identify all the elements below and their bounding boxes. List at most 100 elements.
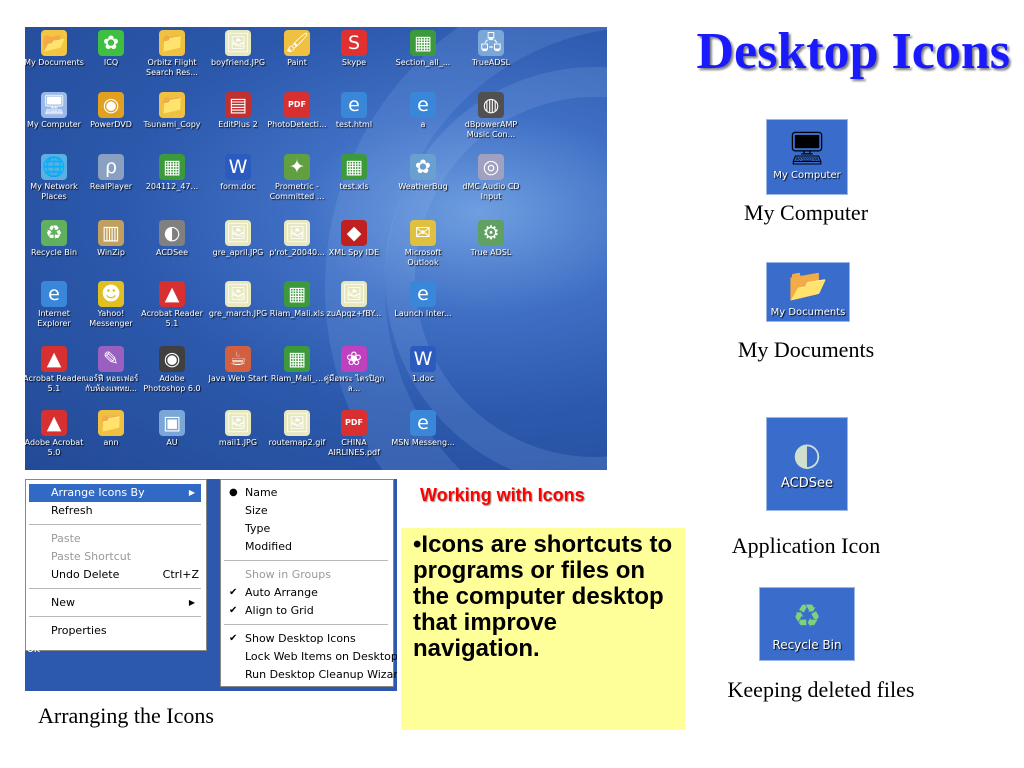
- menu-item-label: Undo Delete: [51, 568, 120, 581]
- desktop-icon-label: test.html: [335, 120, 373, 129]
- desktop-icon-glyph-icon: 📁: [159, 92, 185, 118]
- desktop-icon[interactable]: e MSN Messeng...: [390, 407, 456, 448]
- submenu-item-name[interactable]: ● Name: [223, 484, 391, 502]
- desktop-icon-label: Launch Inter...: [394, 309, 452, 318]
- desktop-icon-label: gre_april.JPG: [212, 248, 264, 257]
- menu-item-properties[interactable]: Properties: [29, 622, 201, 640]
- submenu-item-show-desktop-icons[interactable]: ✔ Show Desktop Icons: [223, 630, 391, 648]
- working-heading: Working with Icons: [420, 485, 585, 505]
- context-menu-screenshot: Arrange Icons By ▶ Refresh Paste Paste S…: [25, 479, 397, 691]
- desktop-icon[interactable]: W 1.doc: [390, 343, 456, 384]
- menu-item-refresh[interactable]: Refresh: [29, 502, 201, 520]
- menu-item-arrange[interactable]: Arrange Icons By ▶: [29, 484, 201, 502]
- desktop-icon[interactable]: ea: [390, 89, 456, 130]
- desktop-icon[interactable]: 📁 Tsunami_Copy: [139, 89, 205, 130]
- desktop-icon[interactable]: PDF CHINA AIRLINES.pdf: [321, 407, 387, 458]
- desktop-icon-label: PowerDVD: [90, 120, 132, 129]
- desktop-icon-glyph-icon: e: [410, 281, 436, 307]
- desktop-icon[interactable]: ▤ EditPlus 2: [205, 89, 271, 130]
- tile-label: My Computer: [773, 170, 841, 181]
- desktop-icon[interactable]: 🖼 mail1.JPG: [205, 407, 271, 448]
- desktop-icon[interactable]: ✎ แอร์ฟี หอยเฟอร์ กับห้องแพทย...: [78, 343, 144, 394]
- desktop-icon[interactable]: ◐ ACDSee: [139, 217, 205, 258]
- desktop-icon[interactable]: e Launch Inter...: [390, 278, 456, 319]
- desktop-icon-glyph-icon: W: [410, 346, 436, 372]
- desktop-icon[interactable]: 🖧 TrueADSL: [458, 27, 524, 68]
- desktop-icon[interactable]: 📁 Orbitz Flight Search Res...: [139, 27, 205, 78]
- desktop-icon[interactable]: e test.html: [321, 89, 387, 130]
- desktop-icon-label: gre_march.JPG: [208, 309, 268, 318]
- menu-item-label: Paste: [51, 532, 81, 545]
- desktop-icon[interactable]: S Skype: [321, 27, 387, 68]
- folder-icon: 📂: [788, 266, 828, 304]
- desktop-screenshot: 📂 My Documents ✿ ICQ 📁 Orbitz Flight Search R…: [25, 27, 607, 470]
- desktop-icon[interactable]: ◎ dMC Audio CD Input: [458, 151, 524, 202]
- page-title: Desktop Icons: [696, 23, 1011, 80]
- menu-item-paste-shortcut: Paste Shortcut: [29, 548, 201, 566]
- desktop-icon[interactable]: 🖼 boyfriend.JPG: [205, 27, 271, 68]
- desktop-icon[interactable]: ▦ test.xls: [321, 151, 387, 192]
- desktop-icon-glyph-icon: 🖼: [225, 30, 251, 56]
- submenu-item-align-grid[interactable]: ✔ Align to Grid: [223, 602, 391, 620]
- desktop-icon[interactable]: ◉ PowerDVD: [78, 89, 144, 130]
- desktop-icon-label: CHINA AIRLINES.pdf: [328, 438, 380, 457]
- menu-item-label: Show Desktop Icons: [245, 632, 356, 645]
- desktop-icon[interactable]: ✉ Microsoft Outlook: [390, 217, 456, 268]
- desktop-icon[interactable]: ◆ XML Spy IDE: [321, 217, 387, 258]
- desktop-icon[interactable]: ⚙ True ADSL: [458, 217, 524, 258]
- desktop-icon-glyph-icon: ✿: [410, 154, 436, 180]
- desktop-icon[interactable]: ▣ AU: [139, 407, 205, 448]
- desktop-icon[interactable]: ☻ Yahoo! Messenger: [78, 278, 144, 329]
- my-documents-tile[interactable]: 📂 My Documents: [766, 262, 850, 322]
- desktop-icon-glyph-icon: 🖧: [478, 30, 504, 56]
- submenu-item-modified[interactable]: Modified: [223, 538, 391, 556]
- desktop-icon[interactable]: ❀ คู่มือพระ ไตรปิฎกล...: [321, 343, 387, 394]
- desktop-icon-glyph-icon: ▣: [159, 410, 185, 436]
- arranging-caption: Arranging the Icons: [38, 703, 214, 728]
- desktop-icon-label: Orbitz Flight Search Res...: [146, 58, 198, 77]
- computer-icon: 🖥: [786, 129, 828, 167]
- desktop-icon-label: Java Web Start: [208, 374, 268, 383]
- desktop-icon[interactable]: ◉ Adobe Photoshop 6.0: [139, 343, 205, 394]
- submenu-item-size[interactable]: Size: [223, 502, 391, 520]
- desktop-icon-glyph-icon: PDF: [284, 92, 310, 118]
- desktop-icon[interactable]: ▲ Acrobat Reader 5.1: [139, 278, 205, 329]
- desktop-icon-label: ICQ: [103, 58, 119, 67]
- desktop-icon-glyph-icon: PDF: [341, 410, 367, 436]
- submenu-item-lock-web[interactable]: Lock Web Items on Desktop: [223, 648, 397, 666]
- menu-separator: [29, 524, 201, 525]
- desktop-icon[interactable]: ▦ 204112_47...: [139, 151, 205, 192]
- menu-item-new[interactable]: New ▶: [29, 594, 201, 612]
- menu-item-label: Run Desktop Cleanup Wizard: [245, 668, 397, 681]
- desktop-icon[interactable]: ρ RealPlayer: [78, 151, 144, 192]
- menu-separator: [29, 616, 201, 617]
- desktop-icon[interactable]: ▥ WinZip: [78, 217, 144, 258]
- desktop-icon[interactable]: 🖼 gre_april.JPG: [205, 217, 271, 258]
- menu-item-undo-delete[interactable]: Undo Delete Ctrl+Z: [29, 566, 201, 584]
- desktop-icon-glyph-icon: e: [41, 281, 67, 307]
- desktop-icon[interactable]: ✿ WeatherBug: [390, 151, 456, 192]
- submenu-item-type[interactable]: Type: [223, 520, 391, 538]
- desktop-icon[interactable]: ✿ ICQ: [78, 27, 144, 68]
- desktop-icon-label: คู่มือพระ ไตรปิฎกล...: [323, 374, 385, 393]
- submenu-item-cleanup[interactable]: Run Desktop Cleanup Wizard: [223, 666, 397, 684]
- submenu-arrow-icon: ▶: [188, 488, 195, 497]
- desktop-icon-label: AU: [166, 438, 178, 447]
- desktop-icon[interactable]: ◍ dBpowerAMP Music Con...: [458, 89, 524, 140]
- recycle-bin-tile[interactable]: ♻ Recycle Bin: [759, 587, 855, 661]
- acdsee-tile[interactable]: ◐ ACDSee: [766, 417, 848, 511]
- radio-dot-icon: ●: [229, 487, 238, 498]
- desktop-icon[interactable]: 📁 ann: [78, 407, 144, 448]
- desktop-icon-glyph-icon: ▦: [284, 281, 310, 307]
- submenu-item-auto-arrange[interactable]: ✔ Auto Arrange: [223, 584, 391, 602]
- desktop-icon-label: dBpowerAMP Music Con...: [464, 120, 518, 139]
- desktop-icon-glyph-icon: ◎: [478, 154, 504, 180]
- desktop-icon[interactable]: 🖼 gre_march.JPG: [205, 278, 271, 319]
- tile-label: ACDSee: [781, 476, 833, 491]
- desktop-icon[interactable]: Wform.doc: [205, 151, 271, 192]
- desktop-icon[interactable]: ☕ Java Web Start: [205, 343, 271, 384]
- desktop-icon[interactable]: ▦ Section_all_...: [390, 27, 456, 68]
- desktop-icon-glyph-icon: ▦: [159, 154, 185, 180]
- desktop-icon[interactable]: 🖼 zuApqz+fBY...: [321, 278, 387, 319]
- my-computer-tile[interactable]: 🖥 My Computer: [766, 119, 848, 195]
